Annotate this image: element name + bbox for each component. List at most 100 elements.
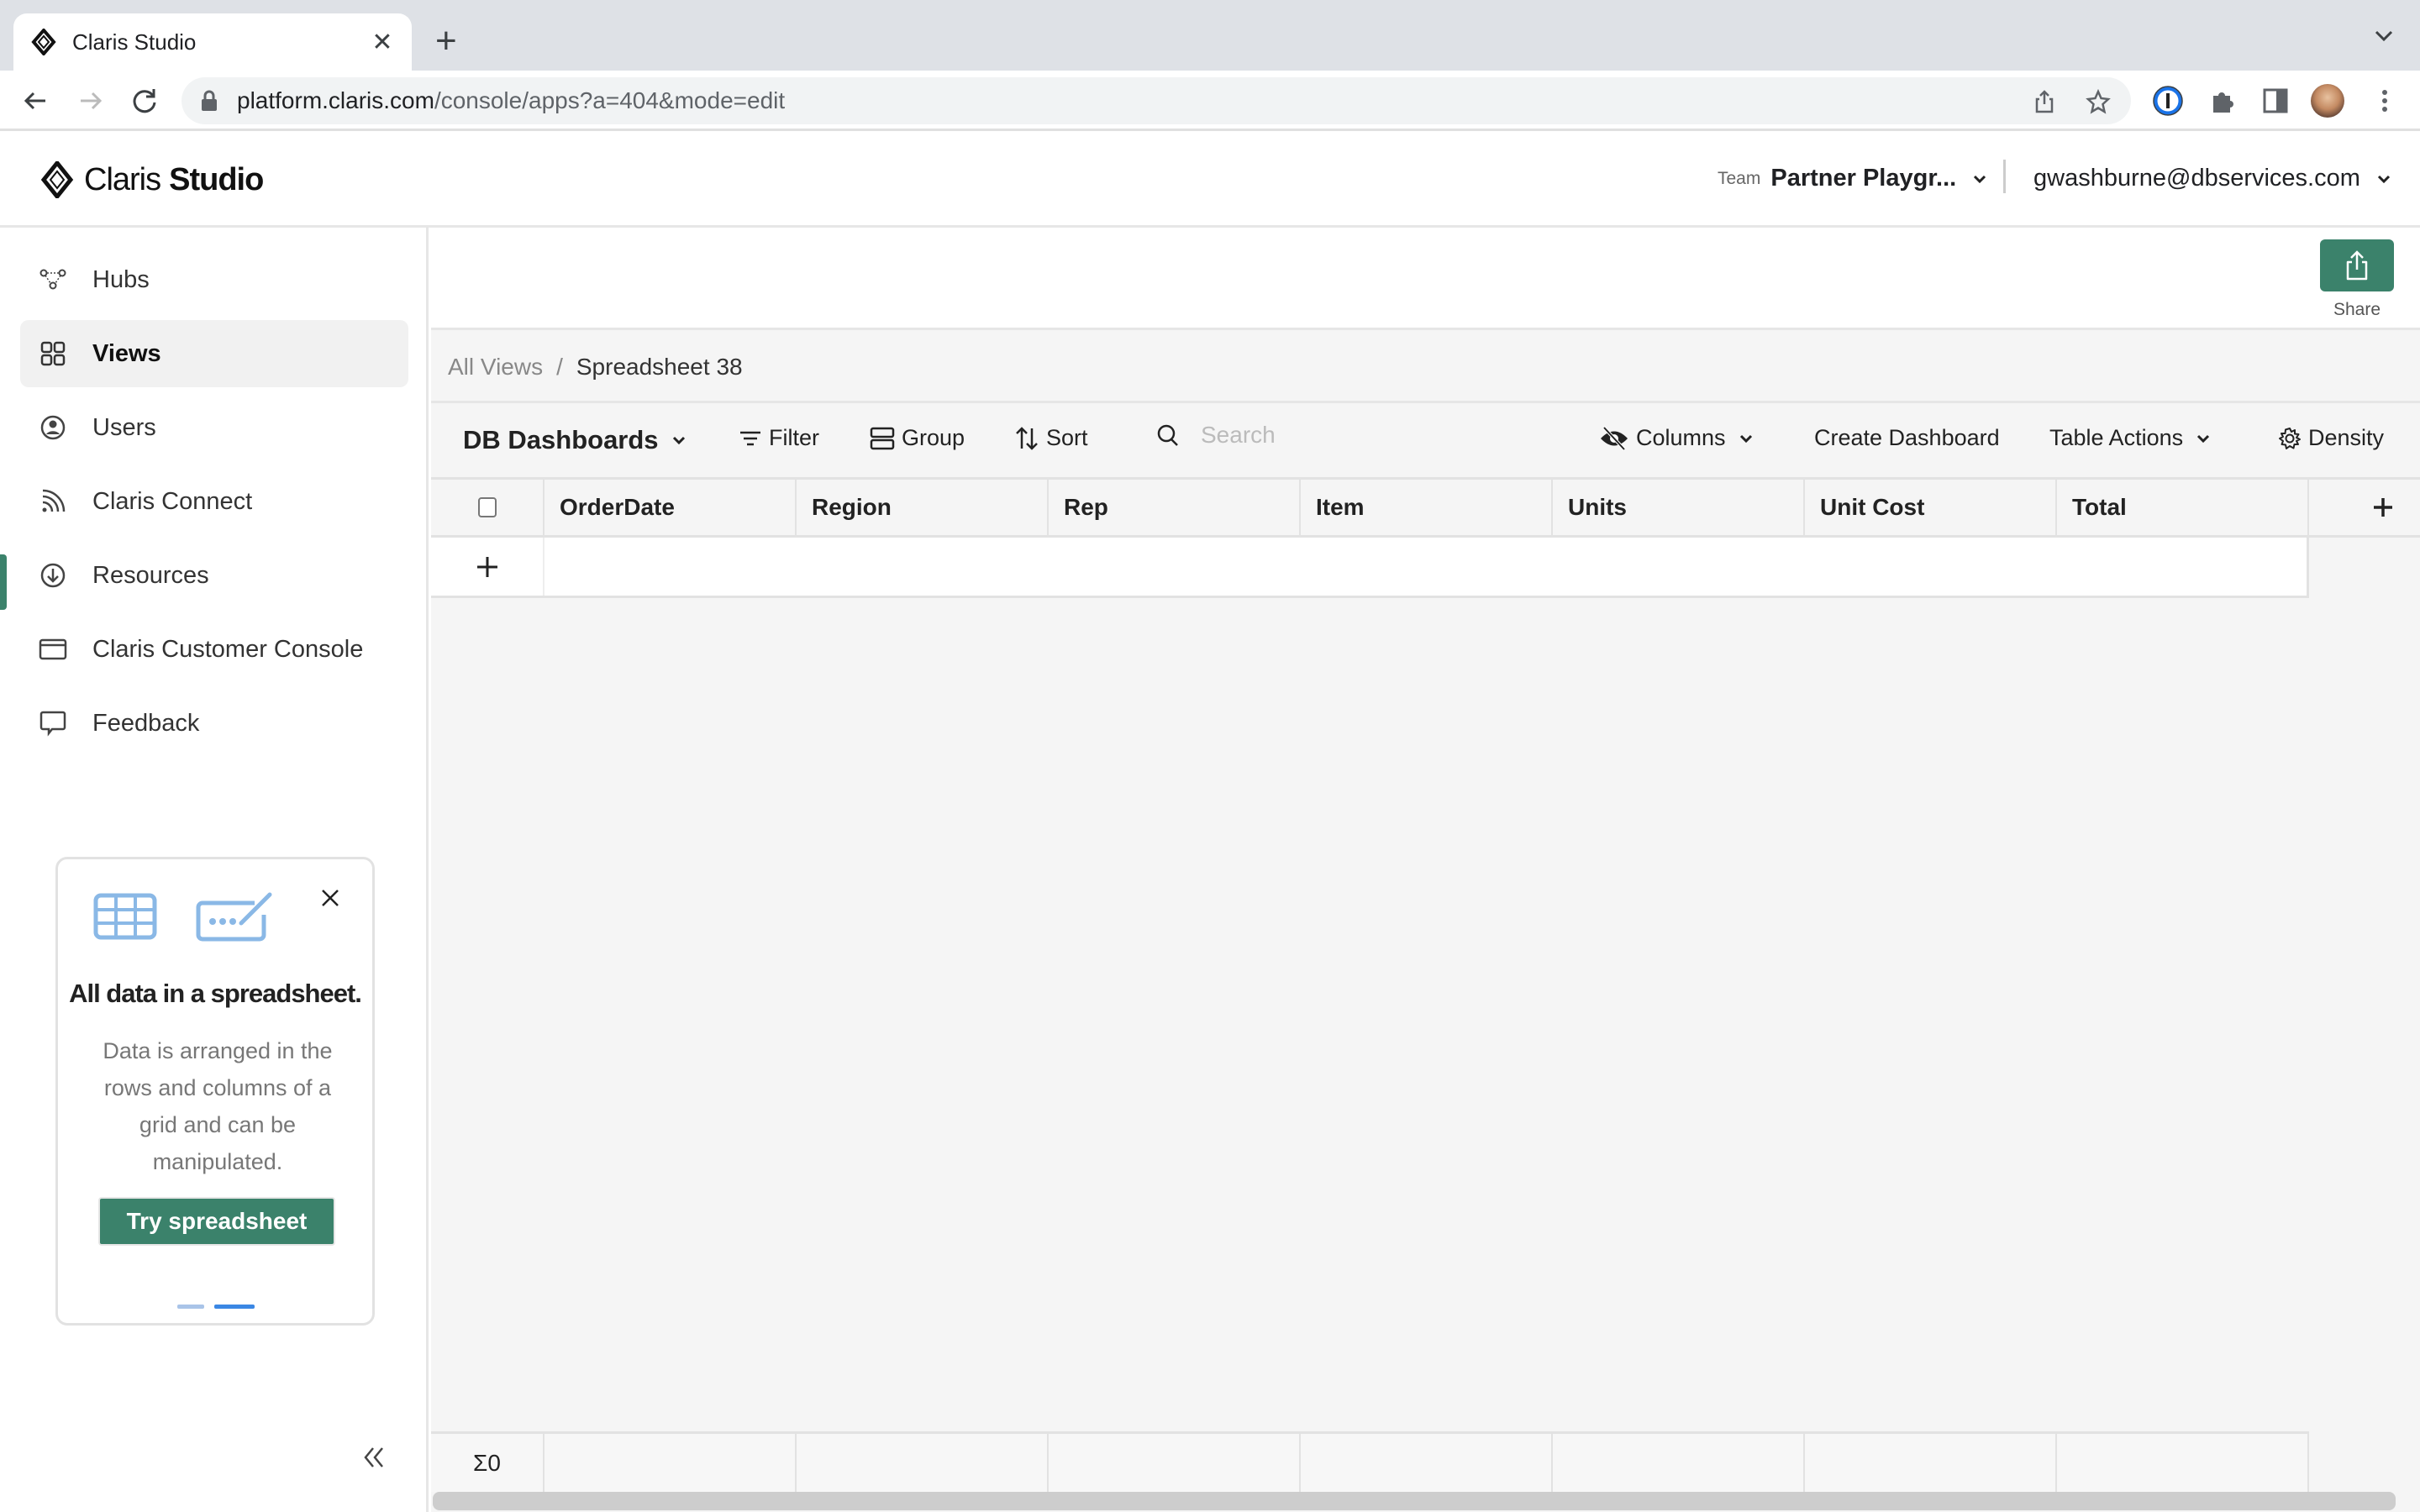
breadcrumb-all-views[interactable]: All Views <box>448 354 543 381</box>
search-box[interactable] <box>1155 422 1453 449</box>
share-bar: Share <box>431 228 2420 330</box>
close-icon[interactable] <box>318 886 342 910</box>
plus-icon <box>476 556 497 577</box>
header-row: OrderDate Region Rep Item Units Unit Cos… <box>431 477 2309 538</box>
footer-cell <box>1805 1434 2057 1492</box>
footer-cell <box>2057 1434 2309 1492</box>
filter-button[interactable]: Filter <box>739 425 819 451</box>
back-icon[interactable] <box>18 84 52 118</box>
carousel-dot-2-active[interactable] <box>214 1305 255 1309</box>
share-button[interactable] <box>2320 239 2394 291</box>
density-button[interactable]: Density <box>2278 425 2384 451</box>
new-tab-button[interactable]: + <box>435 20 457 62</box>
browser-tab[interactable]: Claris Studio ✕ <box>13 13 412 71</box>
chevron-down-icon <box>1974 175 1986 183</box>
active-indicator <box>0 554 7 610</box>
sidebar-item-users[interactable]: Users <box>20 394 408 461</box>
forward-icon[interactable] <box>74 84 108 118</box>
footer-cell <box>1553 1434 1805 1492</box>
add-column-button[interactable] <box>2309 477 2420 538</box>
extensions-puzzle-icon[interactable] <box>2205 84 2238 118</box>
group-icon <box>870 427 895 449</box>
column-header[interactable]: Item <box>1301 480 1553 535</box>
data-source-dropdown[interactable]: DB Dashboards <box>463 425 694 455</box>
password-manager-extension-icon[interactable] <box>2151 84 2185 118</box>
address-bar[interactable]: platform.claris.com/console/apps?a=404&m… <box>182 77 2131 124</box>
eye-slash-icon <box>1601 426 1628 450</box>
footer-cell <box>1301 1434 1553 1492</box>
side-panel-icon[interactable] <box>2259 84 2292 118</box>
edit-input-icon <box>196 892 272 942</box>
claris-favicon-icon <box>31 29 56 55</box>
column-header[interactable]: Units <box>1553 480 1805 535</box>
sort-icon <box>1016 426 1038 450</box>
column-header[interactable]: Region <box>797 480 1049 535</box>
browser-tab-strip: Claris Studio ✕ + <box>0 0 2420 71</box>
sidebar: Hubs Views Users Claris Connect Resource… <box>0 228 429 1512</box>
table-actions-dropdown[interactable]: Table Actions <box>2049 425 2218 451</box>
column-header[interactable]: Rep <box>1049 480 1301 535</box>
tab-title: Claris Studio <box>72 29 197 55</box>
try-spreadsheet-button[interactable]: Try spreadsheet <box>98 1197 335 1246</box>
sidebar-item-claris-connect[interactable]: Claris Connect <box>20 468 408 535</box>
tab-search-chevron-icon[interactable] <box>2371 24 2396 49</box>
chevron-down-icon <box>2377 175 2390 183</box>
rss-icon <box>42 489 66 512</box>
column-header[interactable]: Unit Cost <box>1805 480 2057 535</box>
collapse-sidebar-icon[interactable] <box>360 1443 388 1472</box>
chevron-down-icon <box>2197 434 2210 443</box>
column-header[interactable]: Total <box>2057 480 2309 535</box>
sort-button[interactable]: Sort <box>1014 425 1088 451</box>
table-toolbar: DB Dashboards Filter Group Sort Columns … <box>431 403 2420 477</box>
promo-body: Data is arranged in the rows and columns… <box>103 1038 333 1174</box>
data-grid: OrderDate Region Rep Item Units Unit Cos… <box>431 477 2309 598</box>
lock-icon <box>202 90 217 111</box>
user-menu[interactable]: gwashburne@dbservices.com <box>2033 165 2392 192</box>
claris-studio-logo[interactable]: Claris Studio <box>40 161 264 198</box>
chevron-down-icon <box>1739 434 1752 443</box>
summary-footer: Σ0 <box>431 1431 2309 1492</box>
add-row-button[interactable] <box>431 538 544 596</box>
select-all-checkbox[interactable] <box>477 497 497 517</box>
footer-cell <box>1049 1434 1301 1492</box>
browser-toolbar: platform.claris.com/console/apps?a=404&m… <box>0 71 2420 131</box>
add-row <box>431 538 2309 598</box>
group-button[interactable]: Group <box>870 425 965 451</box>
sidebar-item-feedback[interactable]: Feedback <box>20 690 408 757</box>
sidebar-item-resources[interactable]: Resources <box>20 542 408 609</box>
sidebar-item-views[interactable]: Views <box>20 320 408 387</box>
footer-cell <box>544 1434 797 1492</box>
browser-menu-icon[interactable] <box>2368 84 2402 118</box>
create-dashboard-button[interactable]: Create Dashboard <box>1814 425 2000 451</box>
user-circle-icon <box>40 415 66 440</box>
logo-text-studio: Studio <box>169 161 264 197</box>
grid-icon <box>40 341 66 366</box>
row-count-sum: Σ0 <box>431 1434 544 1492</box>
promo-title: All data in a spreadsheet. <box>69 979 362 1008</box>
tab-close-icon[interactable]: ✕ <box>370 28 395 57</box>
search-input[interactable] <box>1201 422 1453 449</box>
team-label: Team <box>1718 168 1761 188</box>
reload-icon[interactable] <box>128 84 161 118</box>
app-header: Claris Studio Team Partner Playgr... gwa… <box>0 131 2420 228</box>
columns-dropdown[interactable]: Columns <box>1599 425 1761 451</box>
download-circle-icon <box>40 563 66 588</box>
profile-avatar[interactable] <box>2311 84 2344 118</box>
column-header[interactable]: OrderDate <box>544 480 797 535</box>
table-grid-icon <box>93 893 157 940</box>
plus-icon <box>2374 498 2392 517</box>
share-page-icon[interactable] <box>2032 89 2057 114</box>
main-content: Share All Views / Spreadsheet 38 DB Dash… <box>431 228 2420 1512</box>
team-selector[interactable]: Team Partner Playgr... <box>1718 165 1988 192</box>
share-label: Share <box>2333 300 2381 319</box>
bookmark-star-icon[interactable] <box>2086 89 2111 114</box>
url-text: platform.claris.com/console/apps?a=404&m… <box>237 87 786 113</box>
sidebar-item-hubs[interactable]: Hubs <box>20 246 408 313</box>
carousel-dot-1[interactable] <box>177 1305 204 1309</box>
horizontal-scrollbar[interactable] <box>433 1492 2396 1510</box>
footer-cell <box>797 1434 1049 1492</box>
header-divider <box>2003 160 2006 193</box>
sidebar-item-claris-customer-console[interactable]: Claris Customer Console <box>20 616 408 683</box>
spreadsheet-promo-card: All data in a spreadsheet. Data is arran… <box>55 857 375 1326</box>
chat-bubble-icon <box>39 711 66 737</box>
